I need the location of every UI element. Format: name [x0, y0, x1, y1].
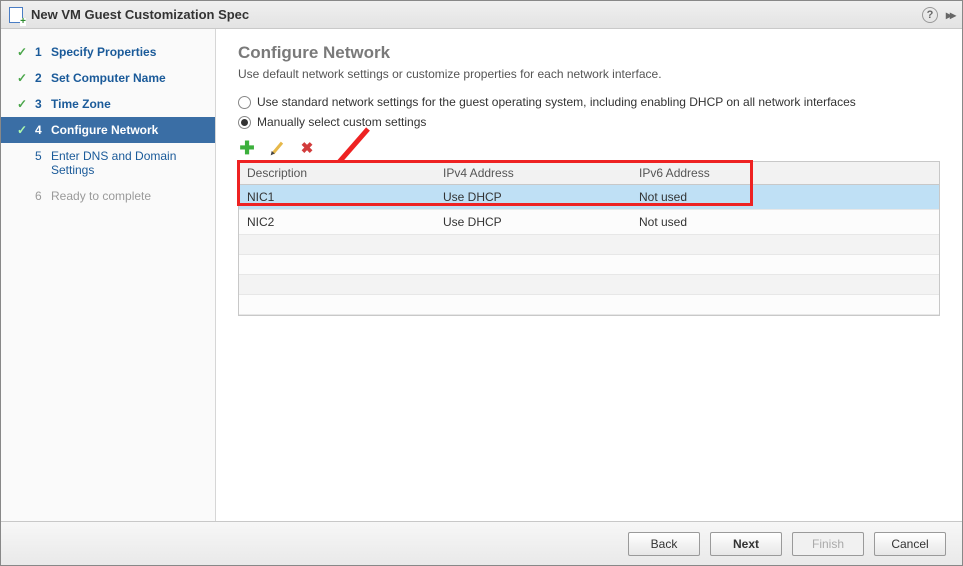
cancel-button[interactable]: Cancel: [874, 532, 946, 556]
step-configure-network[interactable]: 4 Configure Network: [1, 117, 215, 143]
cell-ipv4: Use DHCP: [435, 210, 631, 235]
back-button[interactable]: Back: [628, 532, 700, 556]
add-nic-button[interactable]: ✚: [238, 139, 256, 157]
table-row[interactable]: NIC1 Use DHCP Not used: [239, 185, 939, 210]
page-title: Configure Network: [238, 43, 940, 63]
table-row[interactable]: NIC2 Use DHCP Not used: [239, 210, 939, 235]
nic-table[interactable]: Description IPv4 Address IPv6 Address NI…: [239, 162, 939, 315]
x-icon: ✖: [301, 139, 314, 157]
step-set-computer-name[interactable]: 2 Set Computer Name: [1, 65, 215, 91]
table-row-empty: [239, 275, 939, 295]
radio-manual-row[interactable]: Manually select custom settings: [238, 115, 940, 129]
radio-manual[interactable]: [238, 116, 251, 129]
delete-nic-button[interactable]: ✖: [298, 139, 316, 157]
col-description[interactable]: Description: [239, 162, 435, 185]
edit-nic-button[interactable]: [268, 139, 286, 157]
nic-table-wrap: Description IPv4 Address IPv6 Address NI…: [238, 161, 940, 316]
finish-button: Finish: [792, 532, 864, 556]
check-icon: [15, 123, 29, 137]
wizard-footer: Back Next Finish Cancel: [1, 521, 962, 565]
wizard-steps: 1 Specify Properties 2 Set Computer Name…: [1, 29, 216, 521]
window-title: New VM Guest Customization Spec: [31, 7, 249, 22]
table-row-empty: [239, 235, 939, 255]
collapse-icon[interactable]: ▸▸: [946, 8, 954, 22]
check-icon: [15, 45, 29, 59]
radio-manual-label: Manually select custom settings: [257, 115, 426, 129]
wizard-main: Configure Network Use default network se…: [216, 29, 962, 521]
wizard-window: New VM Guest Customization Spec ? ▸▸ 1 S…: [0, 0, 963, 566]
cell-desc: NIC2: [239, 210, 435, 235]
step-enter-dns-domain[interactable]: 5 Enter DNS and Domain Settings: [1, 143, 215, 183]
check-icon: [15, 97, 29, 111]
pencil-icon: [271, 142, 282, 155]
plus-icon: ✚: [239, 141, 254, 155]
next-button[interactable]: Next: [710, 532, 782, 556]
page-subtitle: Use default network settings or customiz…: [238, 67, 940, 81]
titlebar: New VM Guest Customization Spec ? ▸▸: [1, 1, 962, 29]
radio-standard-label: Use standard network settings for the gu…: [257, 95, 856, 109]
new-doc-icon: [9, 7, 23, 23]
step-specify-properties[interactable]: 1 Specify Properties: [1, 39, 215, 65]
radio-standard[interactable]: [238, 96, 251, 109]
col-ipv4[interactable]: IPv4 Address: [435, 162, 631, 185]
table-row-empty: [239, 295, 939, 315]
step-time-zone[interactable]: 3 Time Zone: [1, 91, 215, 117]
wizard-body: 1 Specify Properties 2 Set Computer Name…: [1, 29, 962, 521]
step-ready-to-complete: 6 Ready to complete: [1, 183, 215, 209]
col-ipv6[interactable]: IPv6 Address: [631, 162, 939, 185]
radio-standard-row[interactable]: Use standard network settings for the gu…: [238, 95, 940, 109]
cell-desc: NIC1: [239, 185, 435, 210]
cell-ipv4: Use DHCP: [435, 185, 631, 210]
cell-ipv6: Not used: [631, 210, 939, 235]
cell-ipv6: Not used: [631, 185, 939, 210]
check-icon: [15, 71, 29, 85]
nic-toolbar: ✚ ✖: [238, 139, 940, 157]
table-row-empty: [239, 255, 939, 275]
help-icon[interactable]: ?: [922, 7, 938, 23]
